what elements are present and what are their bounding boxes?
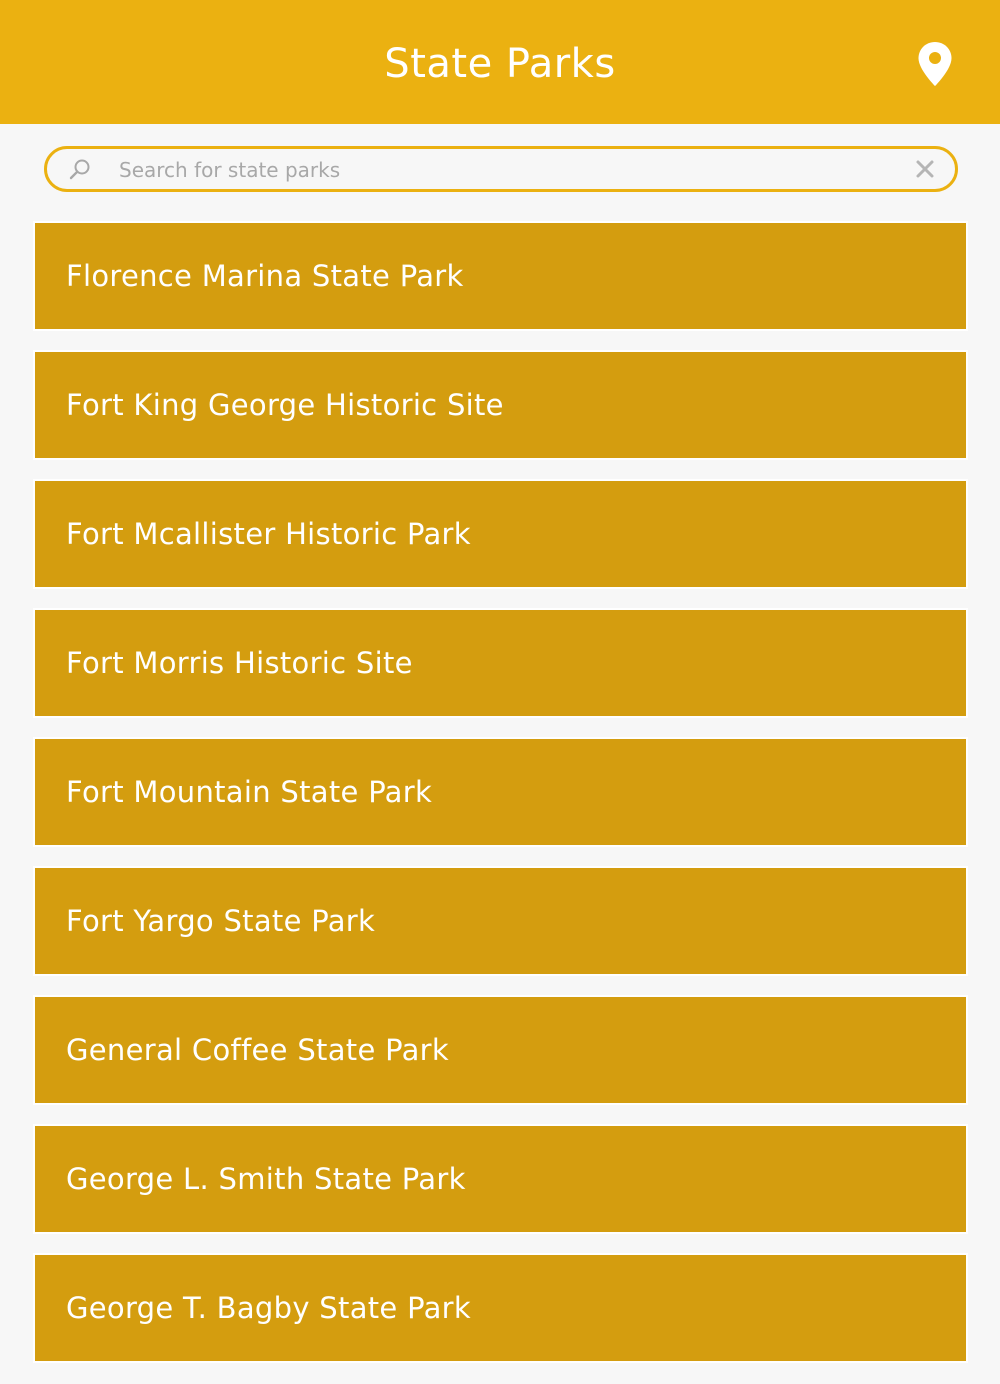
search-input[interactable] bbox=[117, 153, 901, 187]
list-item[interactable]: George T. Bagby State Park bbox=[35, 1255, 966, 1361]
list-item-label: George T. Bagby State Park bbox=[66, 1291, 471, 1325]
list-item[interactable]: Fort Morris Historic Site bbox=[35, 610, 966, 716]
list-item[interactable]: Fort Yargo State Park bbox=[35, 868, 966, 974]
close-icon[interactable] bbox=[913, 157, 937, 181]
list-item[interactable]: General Coffee State Park bbox=[35, 997, 966, 1103]
list-item[interactable]: George L. Smith State Park bbox=[35, 1126, 966, 1232]
list-item-label: Fort Mcallister Historic Park bbox=[66, 517, 471, 551]
list-item-label: Fort Mountain State Park bbox=[66, 775, 433, 809]
list-item[interactable]: Fort King George Historic Site bbox=[35, 352, 966, 458]
list-item-label: George L. Smith State Park bbox=[66, 1162, 466, 1196]
list-item[interactable]: Fort Mountain State Park bbox=[35, 739, 966, 845]
search-bar bbox=[44, 146, 958, 192]
list-item-label: Fort Morris Historic Site bbox=[66, 646, 413, 680]
list-item-label: General Coffee State Park bbox=[66, 1033, 449, 1067]
list-item-label: Fort Yargo State Park bbox=[66, 904, 376, 938]
list-item-label: Florence Marina State Park bbox=[66, 259, 464, 293]
list-item-label: Fort King George Historic Site bbox=[66, 388, 504, 422]
list-item[interactable]: Fort Mcallister Historic Park bbox=[35, 481, 966, 587]
app-header: State Parks bbox=[0, 0, 1000, 124]
list-item[interactable]: Florence Marina State Park bbox=[35, 223, 966, 329]
search-icon bbox=[69, 159, 90, 180]
parks-list: Florence Marina State Park Fort King Geo… bbox=[35, 223, 966, 1384]
map-button[interactable] bbox=[910, 36, 960, 92]
map-pin-icon bbox=[918, 42, 952, 86]
page-title: State Parks bbox=[384, 41, 616, 87]
